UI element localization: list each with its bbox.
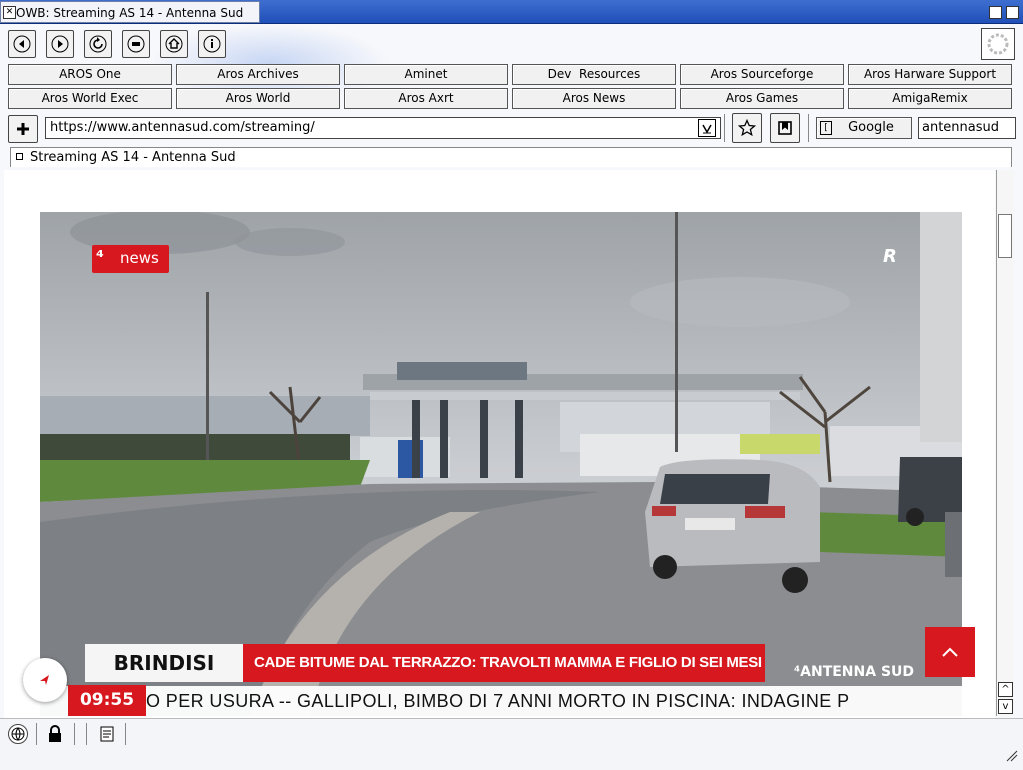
reload-button[interactable] xyxy=(84,30,112,58)
video-frame-scene xyxy=(40,212,962,716)
chevron-up-icon xyxy=(942,647,958,657)
resize-glyph xyxy=(1006,750,1018,762)
bookmark-button[interactable]: Dev Resources xyxy=(512,64,676,85)
bookmark-button[interactable]: AmigaRemix xyxy=(848,88,1012,109)
divider xyxy=(125,723,126,745)
search-engine-icon: [ xyxy=(820,121,832,135)
bookmarks-icon xyxy=(778,121,792,135)
history-dropdown-button[interactable] xyxy=(698,119,716,137)
close-window-icon[interactable]: ✕ xyxy=(3,6,16,19)
globe-glyph xyxy=(11,727,25,741)
star-icon xyxy=(738,119,756,137)
depth-icon[interactable] xyxy=(989,6,1002,19)
scroll-down-icon[interactable]: v xyxy=(998,699,1013,714)
bookmark-button[interactable]: Aros Axrt xyxy=(344,88,508,109)
address-input[interactable]: https://www.antennasud.com/streaming/ xyxy=(45,117,721,139)
clock-label: 09:55 xyxy=(79,690,135,710)
reload-icon xyxy=(89,35,107,53)
search-engine-button[interactable]: [ Google xyxy=(816,117,912,139)
location-label: BRINDISI xyxy=(113,651,215,675)
bookmark-button[interactable]: Aminet xyxy=(344,64,508,85)
vertical-scrollbar[interactable]: ^ v xyxy=(996,170,1014,716)
bookmark-button[interactable]: AROS One xyxy=(8,64,172,85)
bookmark-button[interactable]: Aros Harware Support xyxy=(848,64,1012,85)
forward-button[interactable] xyxy=(46,30,74,58)
lock-icon[interactable] xyxy=(46,725,64,743)
window-title-tab[interactable]: ✕ OWB: Streaming AS 14 - Antenna Sud xyxy=(0,1,260,23)
scrollbar-thumb[interactable] xyxy=(998,214,1012,258)
channel-brand: ⁴ANTENNA SUD xyxy=(794,664,914,680)
divider xyxy=(74,723,75,745)
document-icon[interactable] xyxy=(98,725,116,743)
headline-text: CADE BITUME DAL TERRAZZO: TRAVOLTI MAMMA… xyxy=(254,654,762,671)
divider xyxy=(724,114,725,142)
bookmark-button[interactable]: Aros Sourceforge xyxy=(680,64,844,85)
new-tab-button[interactable] xyxy=(8,115,38,143)
spinner-icon xyxy=(987,33,1009,55)
antenna-logo-icon xyxy=(40,675,49,685)
document-glyph xyxy=(100,726,114,742)
bookmark-add-button[interactable] xyxy=(732,113,762,143)
channel-brand-text: ANTENNA SUD xyxy=(800,664,915,680)
stop-button[interactable] xyxy=(122,30,150,58)
zoom-icon[interactable] xyxy=(1006,6,1019,19)
logo-mark-icon: ⁴ xyxy=(96,247,104,268)
news-ticker: O PER USURA -- GALLIPOLI, BIMBO DI 7 ANN… xyxy=(146,691,850,711)
window-title: OWB: Streaming AS 14 - Antenna Sud xyxy=(16,6,244,20)
search-engine-label: Google xyxy=(848,120,894,135)
info-button[interactable] xyxy=(198,30,226,58)
broadcast-watermark: R xyxy=(883,246,897,267)
stop-icon xyxy=(127,35,145,53)
plus-icon xyxy=(17,123,29,135)
chevron-down-icon xyxy=(702,124,712,134)
bookmark-button[interactable]: Aros World xyxy=(176,88,340,109)
arrow-right-icon xyxy=(51,35,69,53)
home-icon xyxy=(165,35,183,53)
info-icon xyxy=(203,35,221,53)
divider xyxy=(808,114,809,142)
bookmark-button[interactable]: Aros Games xyxy=(680,88,844,109)
globe-icon[interactable] xyxy=(8,724,28,744)
live-video-player[interactable]: ⁴ news R BRINDISI CADE BITUME DAL TERRAZ… xyxy=(40,212,962,716)
floating-logo-button[interactable] xyxy=(23,658,67,702)
bookmark-button[interactable]: Aros World Exec xyxy=(8,88,172,109)
status-bar xyxy=(0,718,1023,748)
home-button[interactable] xyxy=(160,30,188,58)
tab-label[interactable]: Streaming AS 14 - Antenna Sud xyxy=(30,150,236,165)
news-logo: ⁴ news xyxy=(92,245,169,273)
lock-glyph xyxy=(49,725,61,742)
tab-bar: Streaming AS 14 - Antenna Sud xyxy=(10,147,1012,167)
resize-handle-icon[interactable] xyxy=(1006,750,1018,762)
scroll-top-button[interactable] xyxy=(925,627,975,677)
bookmarks-manager-button[interactable] xyxy=(770,113,800,143)
divider xyxy=(36,723,37,745)
back-button[interactable] xyxy=(8,30,36,58)
activity-indicator xyxy=(981,28,1015,60)
news-logo-text: news xyxy=(120,249,159,267)
arrow-left-icon xyxy=(13,35,31,53)
window-bottom-border xyxy=(0,748,1023,770)
bookmark-button[interactable]: Aros News xyxy=(512,88,676,109)
bookmark-button[interactable]: Aros Archives xyxy=(176,64,340,85)
tab-close-icon[interactable] xyxy=(16,153,23,160)
scroll-up-icon[interactable]: ^ xyxy=(998,682,1013,697)
divider xyxy=(86,723,87,745)
search-input[interactable]: antennasud xyxy=(918,117,1016,139)
